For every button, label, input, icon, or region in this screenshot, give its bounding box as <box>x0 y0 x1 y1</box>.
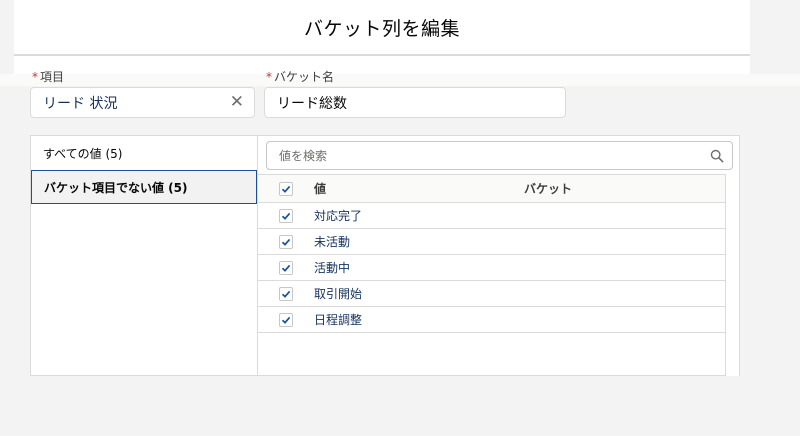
filter-all-values[interactable]: すべての値 (5) <box>31 136 257 170</box>
row-checkbox[interactable] <box>279 234 293 249</box>
item-field-label: * 項目 <box>32 68 64 85</box>
row-value: 日程調整 <box>314 313 363 327</box>
bucket-name-input[interactable] <box>264 87 566 118</box>
value-filter-list: すべての値 (5) バケット項目でない値 (5) <box>30 135 257 376</box>
filter-unbucketed-values[interactable]: バケット項目でない値 (5) <box>31 170 257 204</box>
modal-header: バケット列を編集 <box>14 0 750 56</box>
table-row: 取引開始 <box>258 281 725 307</box>
values-panel: 値 バケット 対応完了 未活動 活動中 取引開始 日程調整 <box>257 135 740 376</box>
search-icon[interactable] <box>710 149 724 163</box>
row-value: 取引開始 <box>314 287 363 301</box>
table-row: 日程調整 <box>258 307 725 333</box>
row-checkbox[interactable] <box>279 286 293 301</box>
table-header-row: 値 バケット <box>258 174 725 203</box>
form-area-divider <box>0 74 800 86</box>
required-marker: * <box>266 70 272 84</box>
search-input[interactable] <box>279 148 710 163</box>
column-header-value[interactable]: 値 <box>314 180 524 197</box>
clear-icon[interactable]: ✕ <box>230 94 244 111</box>
search-box <box>266 141 733 170</box>
checkmark-icon <box>281 290 291 298</box>
bucket-name-field-label: * バケット名 <box>266 68 334 85</box>
row-checkbox[interactable] <box>279 260 293 275</box>
select-all-cell <box>258 181 314 196</box>
values-table: 値 バケット 対応完了 未活動 活動中 取引開始 日程調整 <box>258 174 725 333</box>
item-lookup-field[interactable]: リード 状況 ✕ <box>30 87 255 118</box>
row-value: 対応完了 <box>314 209 363 223</box>
row-checkbox[interactable] <box>279 208 293 223</box>
table-row: 対応完了 <box>258 203 725 229</box>
checkmark-icon <box>281 316 291 324</box>
modal-title: バケット列を編集 <box>303 17 460 40</box>
bucket-name-label-text: バケット名 <box>274 70 335 84</box>
checkmark-icon <box>281 185 291 193</box>
required-marker: * <box>32 70 38 84</box>
row-value: 活動中 <box>314 261 351 275</box>
select-all-checkbox[interactable] <box>279 181 293 196</box>
table-row: 活動中 <box>258 255 725 281</box>
row-value: 未活動 <box>314 235 351 249</box>
table-row: 未活動 <box>258 229 725 255</box>
checkmark-icon <box>281 264 291 272</box>
checkmark-icon <box>281 238 291 246</box>
item-lookup-value: リード 状況 <box>43 95 118 112</box>
item-label-text: 項目 <box>40 70 65 84</box>
checkmark-icon <box>281 212 291 220</box>
row-checkbox[interactable] <box>279 312 293 327</box>
table-scrollbar[interactable] <box>725 174 739 376</box>
column-header-bucket[interactable]: バケット <box>524 180 725 197</box>
